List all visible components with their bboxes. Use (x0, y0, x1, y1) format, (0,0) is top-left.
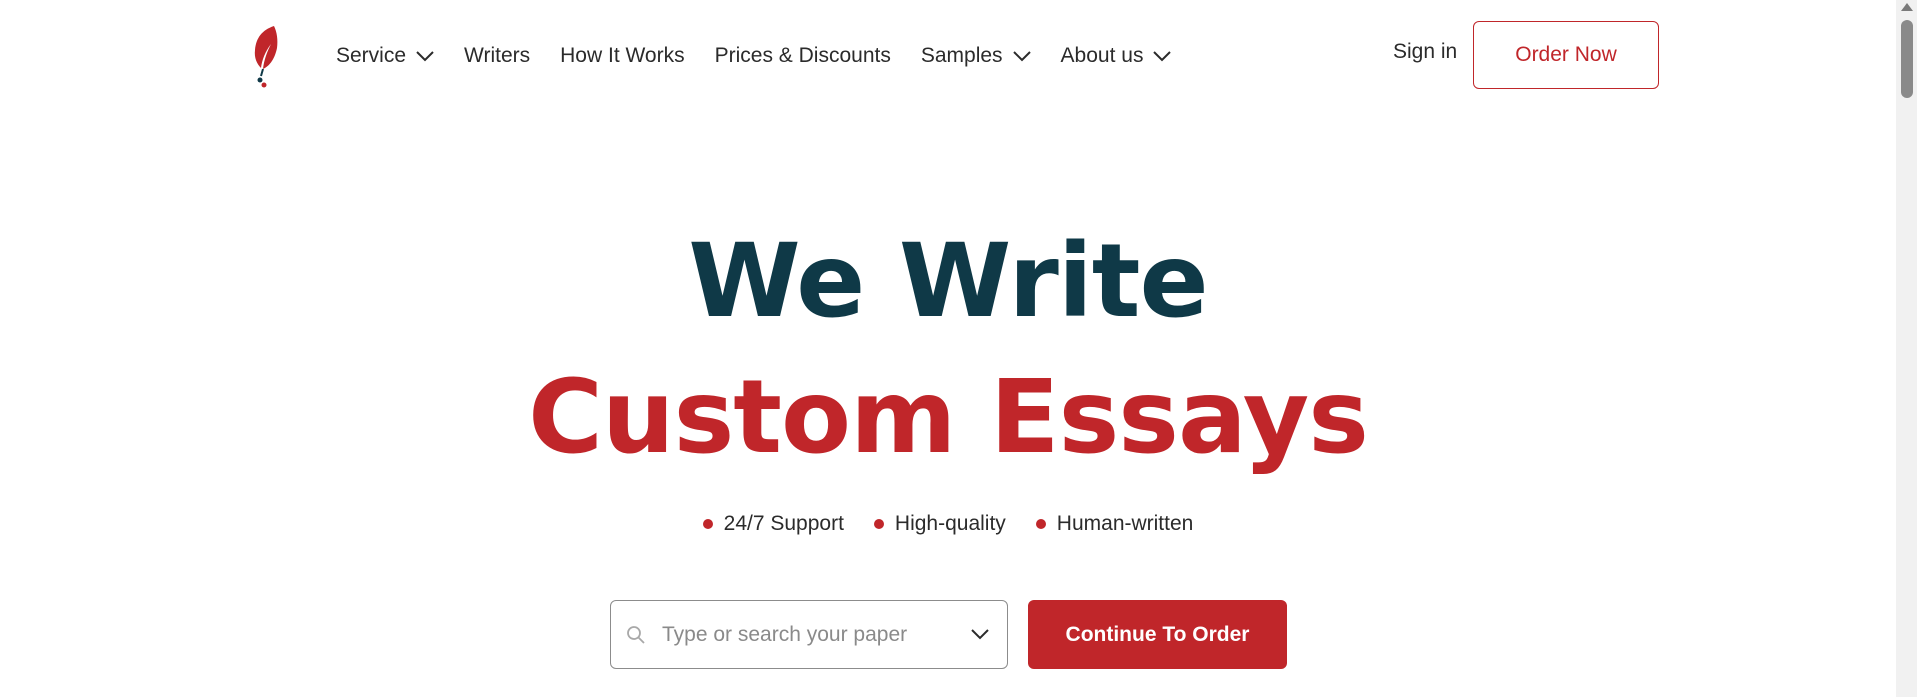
site-header: Service Writers How It Works Prices & Di… (0, 0, 1896, 112)
hero-title-line1: We Write (688, 222, 1208, 341)
nav-item-samples[interactable]: Samples (921, 44, 1031, 68)
feature-label: 24/7 Support (723, 512, 844, 535)
order-now-button[interactable]: Order Now (1473, 21, 1659, 89)
page-scrollbar[interactable] (1896, 0, 1917, 697)
scroll-up-arrow-icon[interactable] (1901, 3, 1913, 11)
hero-title-line2: Custom Essays (528, 358, 1369, 477)
paper-search-combobox[interactable] (610, 600, 1008, 669)
continue-to-order-button[interactable]: Continue To Order (1028, 600, 1287, 669)
feature-label: High-quality (894, 512, 1006, 535)
nav-item-prices-discounts[interactable]: Prices & Discounts (715, 44, 891, 68)
scrollbar-thumb[interactable] (1901, 20, 1913, 98)
feature-item: 24/7 Support (702, 512, 844, 536)
feature-item: Human-written (1035, 512, 1194, 536)
nav-item-label: About us (1060, 44, 1144, 67)
bullet-dot-icon (702, 519, 713, 529)
nav-item-service[interactable]: Service (336, 44, 434, 68)
nav-item-label: Prices & Discounts (714, 44, 891, 67)
feature-item: High-quality (873, 512, 1006, 536)
chevron-down-icon (1012, 50, 1031, 61)
search-icon (627, 625, 645, 644)
bullet-dot-icon (873, 519, 884, 529)
quill-feather-icon[interactable] (248, 24, 280, 88)
feature-label: Human-written (1056, 512, 1194, 535)
chevron-down-icon[interactable] (971, 629, 989, 640)
paper-search-input[interactable] (660, 621, 954, 648)
nav-item-label: Writers (464, 44, 531, 67)
chevron-down-icon (416, 50, 434, 61)
nav-item-label: How It Works (560, 44, 685, 67)
sign-in-link[interactable]: Sign in (1393, 40, 1457, 64)
nav-item-label: Service (336, 44, 407, 67)
feature-list: 24/7 Support High-quality Human-written (0, 512, 1896, 536)
nav-item-writers[interactable]: Writers (464, 44, 530, 68)
bullet-dot-icon (1035, 519, 1046, 529)
chevron-down-icon (1153, 50, 1172, 61)
nav-item-about-us[interactable]: About us (1061, 44, 1172, 68)
nav-item-label: Samples (920, 44, 1003, 67)
nav-item-how-it-works[interactable]: How It Works (560, 44, 684, 68)
main-nav: Service Writers How It Works Prices & Di… (336, 40, 1201, 72)
